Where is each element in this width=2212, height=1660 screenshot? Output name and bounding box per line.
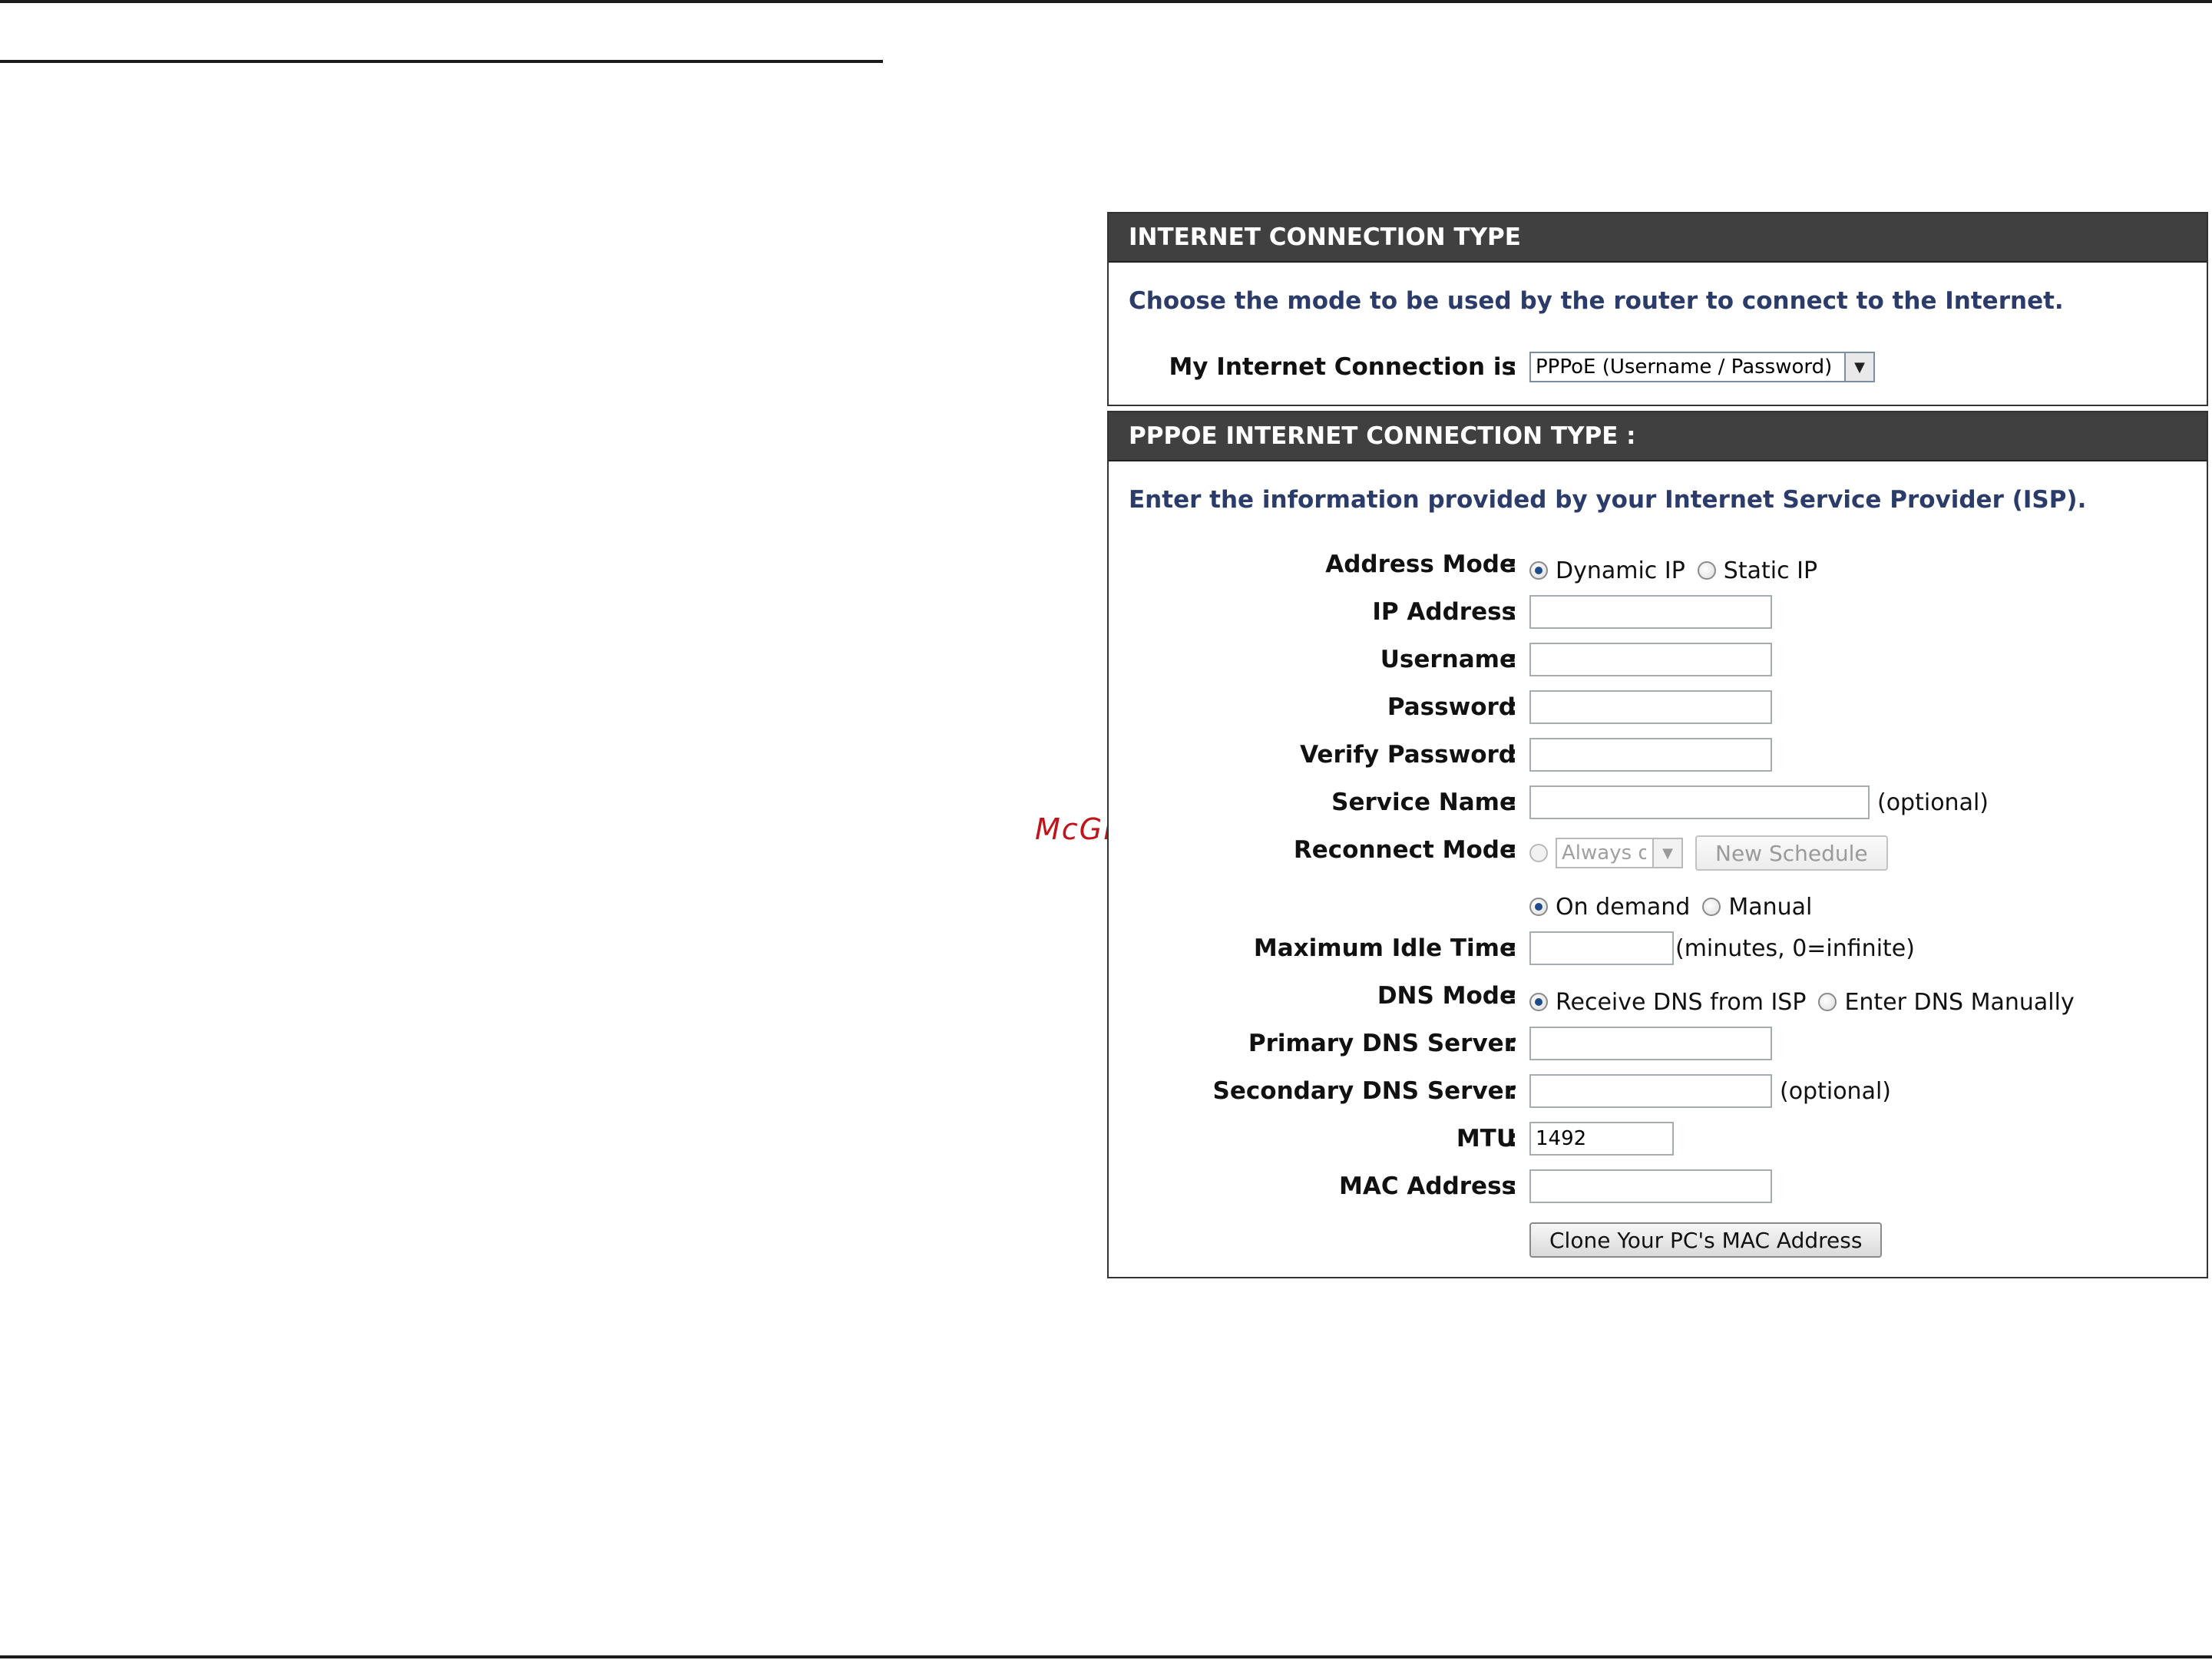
- manual-radio[interactable]: [1702, 898, 1721, 916]
- on-demand-radio[interactable]: [1529, 898, 1548, 916]
- static-ip-radio[interactable]: [1697, 561, 1716, 580]
- connection-type-select[interactable]: PPPoE (Username / Password) ▼: [1529, 352, 1875, 382]
- colon: :: [1508, 741, 1518, 769]
- panel-description: Choose the mode to be used by the router…: [1129, 287, 2064, 315]
- colon: :: [1508, 789, 1518, 816]
- colon: :: [1508, 1125, 1518, 1152]
- internet-connection-type-panel: INTERNET CONNECTION TYPE Choose the mode…: [1107, 212, 2208, 406]
- mtu-input[interactable]: 1492: [1529, 1122, 1674, 1156]
- ip-address-row: IP Address :: [1109, 590, 2207, 633]
- address-mode-label: Address Mode: [1325, 551, 1516, 578]
- reconnect-options-row: On demand Manual: [1109, 879, 2207, 922]
- chevron-down-icon[interactable]: ▼: [1844, 353, 1873, 381]
- dynamic-ip-label: Dynamic IP: [1556, 557, 1685, 584]
- address-mode-row: Address Mode : Dynamic IP Static IP: [1109, 543, 2207, 586]
- colon: :: [1508, 1030, 1518, 1057]
- colon: :: [1508, 934, 1518, 962]
- connection-type-row: My Internet Connection is : PPPoE (Usern…: [1109, 346, 2207, 389]
- top-rule: [0, 0, 2212, 3]
- colon: :: [1508, 1077, 1518, 1105]
- password-input[interactable]: [1529, 690, 1772, 724]
- service-name-input[interactable]: [1529, 785, 1870, 819]
- mtu-label: MTU: [1456, 1125, 1516, 1152]
- colon: :: [1508, 693, 1518, 721]
- username-input[interactable]: [1529, 643, 1772, 676]
- mtu-row: MTU : 1492: [1109, 1117, 2207, 1160]
- panel-header: PPPOE INTERNET CONNECTION TYPE :: [1109, 412, 2207, 461]
- panel-header: INTERNET CONNECTION TYPE: [1109, 213, 2207, 263]
- service-name-row: Service Name : (optional): [1109, 781, 2207, 824]
- secondary-dns-row: Secondary DNS Server : (optional): [1109, 1070, 2207, 1113]
- receive-dns-radio[interactable]: [1529, 993, 1548, 1011]
- primary-dns-input[interactable]: [1529, 1027, 1772, 1060]
- header-underline: [0, 60, 883, 63]
- primary-dns-label: Primary DNS Server: [1248, 1030, 1516, 1057]
- receive-dns-label: Receive DNS from ISP: [1556, 988, 1807, 1016]
- bottom-rule: [0, 1655, 2212, 1658]
- secondary-dns-label: Secondary DNS Server: [1212, 1077, 1516, 1105]
- max-idle-time-input[interactable]: [1529, 931, 1674, 965]
- dynamic-ip-radio[interactable]: [1529, 561, 1548, 580]
- secondary-dns-note: (optional): [1780, 1077, 1891, 1105]
- colon: :: [1508, 646, 1518, 673]
- on-demand-label: On demand: [1556, 893, 1691, 921]
- schedule-value: Always o: [1562, 842, 1646, 865]
- static-ip-label: Static IP: [1723, 557, 1818, 584]
- reconnect-mode-label: Reconnect Mode: [1293, 836, 1516, 864]
- verify-password-input[interactable]: [1529, 738, 1772, 772]
- connection-type-value: PPPoE (Username / Password): [1536, 355, 1833, 379]
- colon: :: [1508, 598, 1518, 626]
- new-schedule-button[interactable]: New Schedule: [1695, 835, 1888, 871]
- pppoe-panel: PPPOE INTERNET CONNECTION TYPE : Enter t…: [1107, 411, 2208, 1278]
- username-row: Username :: [1109, 638, 2207, 681]
- service-name-label: Service Name: [1331, 789, 1516, 816]
- manual-label: Manual: [1728, 893, 1813, 921]
- dns-mode-label: DNS Mode: [1377, 982, 1516, 1010]
- colon: :: [1508, 982, 1518, 1010]
- manual-dns-label: Enter DNS Manually: [1844, 988, 2075, 1016]
- service-name-note: (optional): [1877, 789, 1989, 816]
- chevron-down-icon[interactable]: ▼: [1652, 839, 1681, 867]
- colon: :: [1508, 1172, 1518, 1200]
- ip-address-input[interactable]: [1529, 595, 1772, 629]
- max-idle-time-row: Maximum Idle Time : (minutes, 0=infinite…: [1109, 927, 2207, 970]
- verify-password-row: Verify Password :: [1109, 733, 2207, 776]
- ip-address-label: IP Address: [1372, 598, 1516, 626]
- clone-mac-row: Clone Your PC's MAC Address: [1109, 1219, 2207, 1262]
- primary-dns-row: Primary DNS Server :: [1109, 1022, 2207, 1065]
- panel-description: Enter the information provided by your I…: [1129, 486, 2087, 514]
- colon: :: [1508, 551, 1518, 578]
- colon: :: [1508, 353, 1518, 381]
- reconnect-mode-row: Reconnect Mode : Always o ▼ New Schedule: [1109, 828, 2207, 871]
- manual-dns-radio[interactable]: [1818, 993, 1837, 1011]
- always-on-radio[interactable]: [1529, 844, 1548, 862]
- schedule-select[interactable]: Always o ▼: [1556, 838, 1683, 868]
- password-label: Password: [1387, 693, 1516, 721]
- connection-type-label: My Internet Connection is: [1169, 353, 1516, 381]
- max-idle-time-label: Maximum Idle Time: [1253, 934, 1516, 962]
- dns-mode-row: DNS Mode : Receive DNS from ISP Enter DN…: [1109, 974, 2207, 1017]
- mac-address-row: MAC Address :: [1109, 1165, 2207, 1208]
- password-row: Password :: [1109, 686, 2207, 729]
- clone-mac-button[interactable]: Clone Your PC's MAC Address: [1529, 1222, 1883, 1258]
- verify-password-label: Verify Password: [1300, 741, 1516, 769]
- mac-address-label: MAC Address: [1339, 1172, 1516, 1200]
- max-idle-time-note: (minutes, 0=infinite): [1675, 934, 1915, 962]
- mac-address-input[interactable]: [1529, 1169, 1772, 1203]
- username-label: Username: [1380, 646, 1516, 673]
- secondary-dns-input[interactable]: [1529, 1074, 1772, 1108]
- colon: :: [1508, 836, 1518, 864]
